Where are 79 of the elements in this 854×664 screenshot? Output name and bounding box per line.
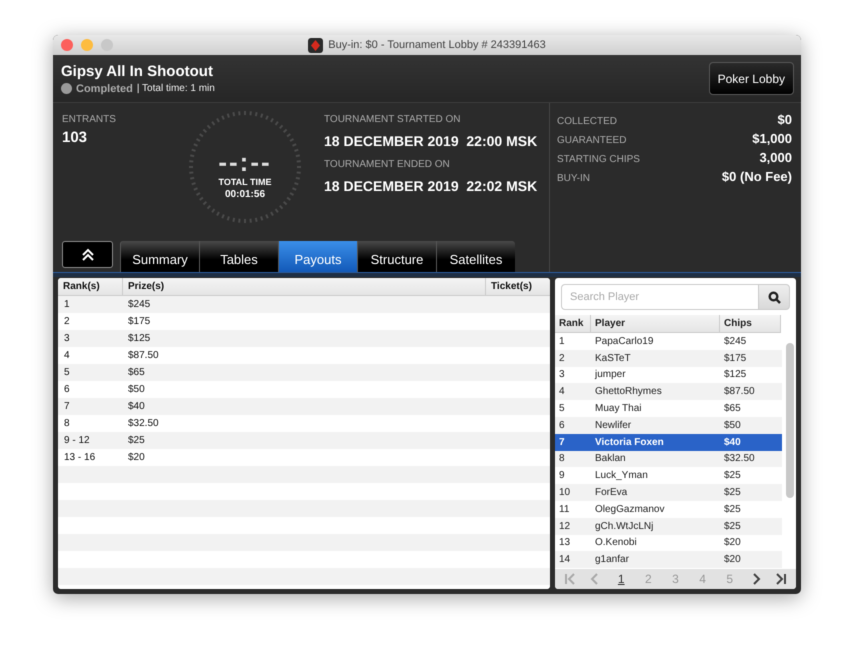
player-row[interactable]: 4 GhettoRhymes $87.50 [555, 383, 782, 400]
player-row[interactable]: 13 O.Kenobi $20 [555, 534, 782, 552]
tab[interactable]: Payouts [278, 241, 357, 272]
started-label: TOURNAMENT STARTED ON [324, 114, 462, 125]
player-row[interactable]: 10 ForEva $25 [555, 484, 782, 501]
tab[interactable]: Structure [357, 241, 436, 272]
status-text: Completed [76, 82, 133, 94]
stat-value: $0 [778, 112, 792, 127]
rank-cell-text: 8 [63, 418, 71, 429]
search-button[interactable] [758, 284, 790, 310]
entrants-count: 103 [62, 129, 88, 146]
column-header: Prize(s) [123, 278, 486, 295]
started-datetime: 18 DECEMBER 2019 22:00 MSK [324, 133, 538, 149]
total-time-value: 00:01:56 [224, 189, 266, 200]
column-header: Player [591, 315, 720, 332]
rank-cell-text: 6 [63, 384, 71, 395]
stat-value: 3,000 [759, 150, 792, 165]
rank-cell-text: 2 [63, 316, 71, 327]
rank-cell-text: 1 [63, 299, 71, 310]
rank-cell-text: 3 [63, 333, 71, 344]
column-header: Chips [720, 315, 781, 332]
stat-label: STARTING CHIPS [557, 154, 640, 165]
ended-label: TOURNAMENT ENDED ON [324, 159, 451, 170]
rank-cell-text: 4 [63, 350, 71, 361]
player-row[interactable]: 2 KaSTeT $175 [555, 350, 782, 367]
search-icon [768, 290, 780, 304]
window-title: Buy-in: $0 - Tournament Lobby # 243391463 [328, 39, 546, 51]
rank-cell-text: 13 - 16 [63, 452, 96, 463]
close-button[interactable] [61, 39, 73, 51]
double-chevron-up-icon [80, 248, 94, 262]
stat-value: $1,000 [752, 131, 792, 146]
status-dot-icon [61, 83, 72, 94]
column-header: Ticket(s) [490, 280, 533, 294]
total-time-text: | Total time: 1 min [136, 83, 215, 94]
player-row[interactable]: 1 PapaCarlo19 $245 [555, 333, 782, 350]
tournament-name: Gipsy All In Shootout [61, 62, 214, 80]
collapse-button[interactable] [62, 241, 113, 268]
total-time-label: TOTAL TIME [218, 177, 272, 187]
player-row[interactable]: 14 g1anfar $20 [555, 551, 782, 568]
page-link[interactable]: 1 [609, 572, 634, 586]
player-row[interactable]: 9 Luck_Yman $25 [555, 467, 782, 484]
prize-cell-text: $50 [128, 384, 146, 395]
prize-cell-text: $25 [128, 435, 146, 446]
ended-datetime: 18 DECEMBER 2019 22:02 MSK [324, 178, 538, 194]
stat-label: BUY-IN [557, 173, 590, 184]
prize-cell-text: $20 [128, 452, 146, 463]
scrollbar-thumb[interactable] [786, 343, 794, 498]
tab[interactable]: Satellites [436, 241, 515, 272]
prize-cell-text: $40 [128, 401, 146, 412]
player-row[interactable]: 6 Newlifer $50 [555, 416, 782, 434]
prize-cell-text: $65 [128, 367, 146, 378]
player-row[interactable]: 5 Muay Thai $65 [555, 400, 782, 417]
rank-cell-text: 9 - 12 [63, 435, 91, 446]
player-row[interactable]: 11 OlegGazmanov $25 [555, 500, 782, 518]
stat-value: $0 (No Fee) [722, 169, 792, 184]
player-row[interactable]: 8 Baklan $32.50 [555, 450, 782, 468]
tab[interactable]: Summary [120, 241, 199, 272]
search-field[interactable]: Search Player [561, 284, 758, 310]
player-row[interactable]: 3 jumper $125 [555, 366, 782, 384]
player-row[interactable]: 12 gCh.WtJcLNj $25 [555, 518, 782, 535]
prize-cell-text: $175 [128, 316, 152, 327]
column-header: Rank(s) [58, 278, 123, 295]
prize-cell-text: $125 [128, 333, 152, 344]
tab[interactable]: Tables [199, 241, 278, 272]
rank-cell-text: 5 [63, 367, 71, 378]
stat-label: GUARANTEED [557, 135, 626, 146]
player-row[interactable]: 7 Victoria Foxen $40 [555, 434, 782, 451]
entrants-label: ENTRANTS [62, 114, 117, 125]
poker-lobby-button[interactable]: Poker Lobby [708, 62, 794, 95]
prize-cell-text: $32.50 [128, 418, 160, 429]
column-header: Rank [555, 315, 591, 332]
prize-cell-text: $87.50 [128, 350, 160, 361]
minimize-button[interactable] [81, 39, 93, 51]
prize-cell-text: $245 [128, 299, 152, 310]
zoom-button[interactable] [101, 39, 113, 51]
clock-digits: --:-- [218, 149, 272, 175]
rank-cell-text: 7 [63, 401, 71, 412]
app-logo-icon [308, 38, 324, 52]
stat-label: COLLECTED [557, 116, 618, 127]
